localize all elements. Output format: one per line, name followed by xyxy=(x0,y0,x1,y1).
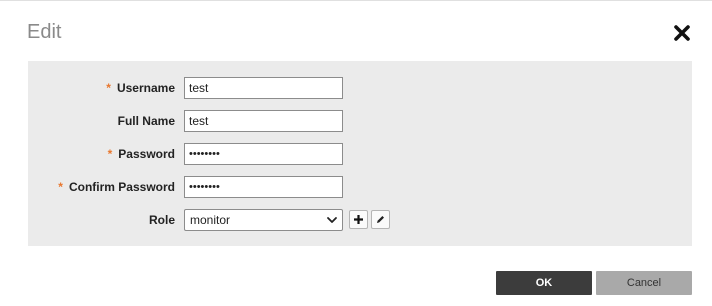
role-row: Role monitor xyxy=(28,209,692,231)
username-label-text: Username xyxy=(116,81,175,95)
role-select[interactable]: monitor xyxy=(184,209,343,231)
form-panel: * Username test Full Name test * Password … xyxy=(28,61,692,246)
username-label: * Username xyxy=(106,81,175,95)
required-marker: * xyxy=(58,180,63,194)
add-role-button[interactable] xyxy=(349,210,368,229)
username-input[interactable]: test xyxy=(184,77,343,99)
confirm-password-row: * Confirm Password •••••••• xyxy=(28,176,692,198)
role-select-value: monitor xyxy=(190,213,231,227)
password-label: * Password xyxy=(108,147,175,161)
required-marker: * xyxy=(107,147,113,161)
confirm-password-label: * Confirm Password xyxy=(58,180,175,194)
cancel-button[interactable]: Cancel xyxy=(596,271,692,295)
plus-icon xyxy=(354,215,363,224)
confirm-password-input[interactable]: •••••••• xyxy=(184,176,343,198)
confirm-password-label-text: Confirm Password xyxy=(68,180,175,194)
username-row: * Username test xyxy=(28,77,692,99)
full-name-input[interactable]: test xyxy=(184,110,343,132)
password-row: * Password •••••••• xyxy=(28,143,692,165)
edit-dialog: Edit * Username test Full Name test * Pass… xyxy=(0,0,712,306)
chevron-down-icon xyxy=(326,214,338,226)
pencil-icon xyxy=(377,216,384,223)
full-name-label: Full Name xyxy=(117,114,175,128)
close-icon[interactable] xyxy=(672,23,692,43)
role-label: Role xyxy=(148,213,175,227)
full-name-row: Full Name test xyxy=(28,110,692,132)
dialog-title: Edit xyxy=(27,21,62,43)
ok-button[interactable]: OK xyxy=(496,271,592,295)
password-input[interactable]: •••••••• xyxy=(184,143,343,165)
password-label-text: Password xyxy=(118,147,175,161)
required-marker: * xyxy=(106,81,111,95)
edit-role-button[interactable] xyxy=(371,210,390,229)
